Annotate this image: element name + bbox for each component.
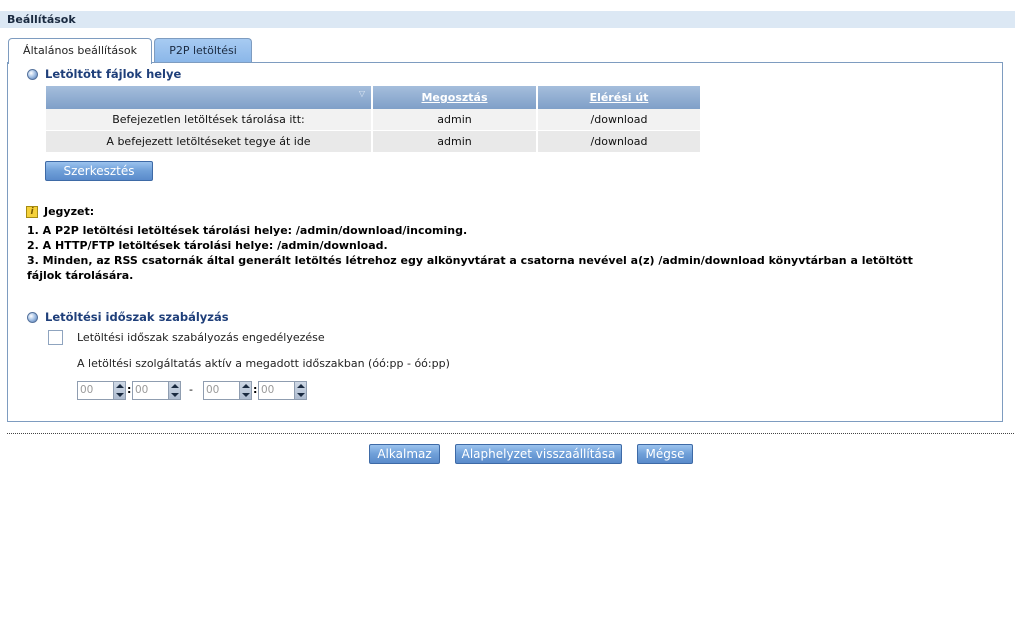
- table-row[interactable]: Befejezetlen letöltések tárolása itt: ad…: [46, 109, 702, 131]
- row-label: A befejezett letöltéseket tegye át ide: [46, 130, 373, 153]
- row-share: admin: [372, 109, 538, 131]
- section-bullet-icon: [27, 312, 38, 323]
- note-title: Jegyzet:: [44, 205, 95, 218]
- page-title: Beállítások: [0, 11, 1015, 28]
- time-colon: :: [253, 383, 258, 396]
- time-range-dash: -: [189, 383, 193, 396]
- stepper-arrows-icon[interactable]: [294, 382, 306, 399]
- stepper-arrows-icon[interactable]: [239, 382, 251, 399]
- start-minute-stepper[interactable]: 00: [132, 381, 181, 400]
- end-hour-value: 00: [206, 384, 220, 396]
- sort-arrow-icon: ▽: [358, 89, 365, 98]
- end-hour-stepper[interactable]: 00: [203, 381, 252, 400]
- note-line-1: 1. A P2P letöltési letöltések tárolási h…: [27, 224, 468, 237]
- settings-panel: Letöltött fájlok helye ▽ Megosztás Eléré…: [7, 62, 1003, 422]
- tab-general-settings[interactable]: Általános beállítások: [8, 38, 152, 64]
- start-hour-stepper[interactable]: 00: [77, 381, 126, 400]
- column-header-share[interactable]: Megosztás: [372, 86, 538, 109]
- row-path: /download: [537, 130, 702, 153]
- column-header-path[interactable]: Elérési út: [537, 86, 702, 109]
- table-header-blank[interactable]: ▽: [46, 86, 373, 109]
- info-note-icon: i: [26, 206, 38, 218]
- time-colon: :: [127, 383, 132, 396]
- schedule-enable-label: Letöltési időszak szabályozás engedélyez…: [77, 331, 325, 344]
- tab-p2p-download[interactable]: P2P letöltési: [154, 38, 252, 63]
- stepper-arrows-icon[interactable]: [113, 382, 125, 399]
- files-section-title: Letöltött fájlok helye: [45, 67, 182, 81]
- schedule-section-title: Letöltési időszak szabályzás: [45, 310, 229, 324]
- divider: [7, 433, 1014, 434]
- schedule-description: A letöltési szolgáltatás aktív a megadot…: [77, 357, 450, 370]
- cancel-button[interactable]: Mégse: [637, 444, 693, 464]
- note-line-4: fájlok tárolására.: [27, 269, 134, 282]
- note-line-3: 3. Minden, az RSS csatornák által generá…: [27, 254, 913, 267]
- row-path: /download: [537, 109, 702, 131]
- edit-button[interactable]: Szerkesztés: [45, 161, 153, 181]
- stepper-arrows-icon[interactable]: [168, 382, 180, 399]
- download-locations-table: ▽ Megosztás Elérési út Befejezetlen letö…: [46, 86, 702, 153]
- reset-button[interactable]: Alaphelyzet visszaállítása: [455, 444, 622, 464]
- schedule-enable-checkbox[interactable]: [48, 330, 63, 345]
- start-minute-value: 00: [135, 384, 149, 396]
- row-share: admin: [372, 130, 538, 153]
- table-row[interactable]: A befejezett letöltéseket tegye át ide a…: [46, 130, 702, 153]
- row-label: Befejezetlen letöltések tárolása itt:: [46, 109, 373, 131]
- end-minute-stepper[interactable]: 00: [258, 381, 307, 400]
- start-hour-value: 00: [80, 384, 94, 396]
- section-bullet-icon: [27, 69, 38, 80]
- apply-button[interactable]: Alkalmaz: [369, 444, 440, 464]
- note-line-2: 2. A HTTP/FTP letöltések tárolási helye:…: [27, 239, 388, 252]
- end-minute-value: 00: [261, 384, 275, 396]
